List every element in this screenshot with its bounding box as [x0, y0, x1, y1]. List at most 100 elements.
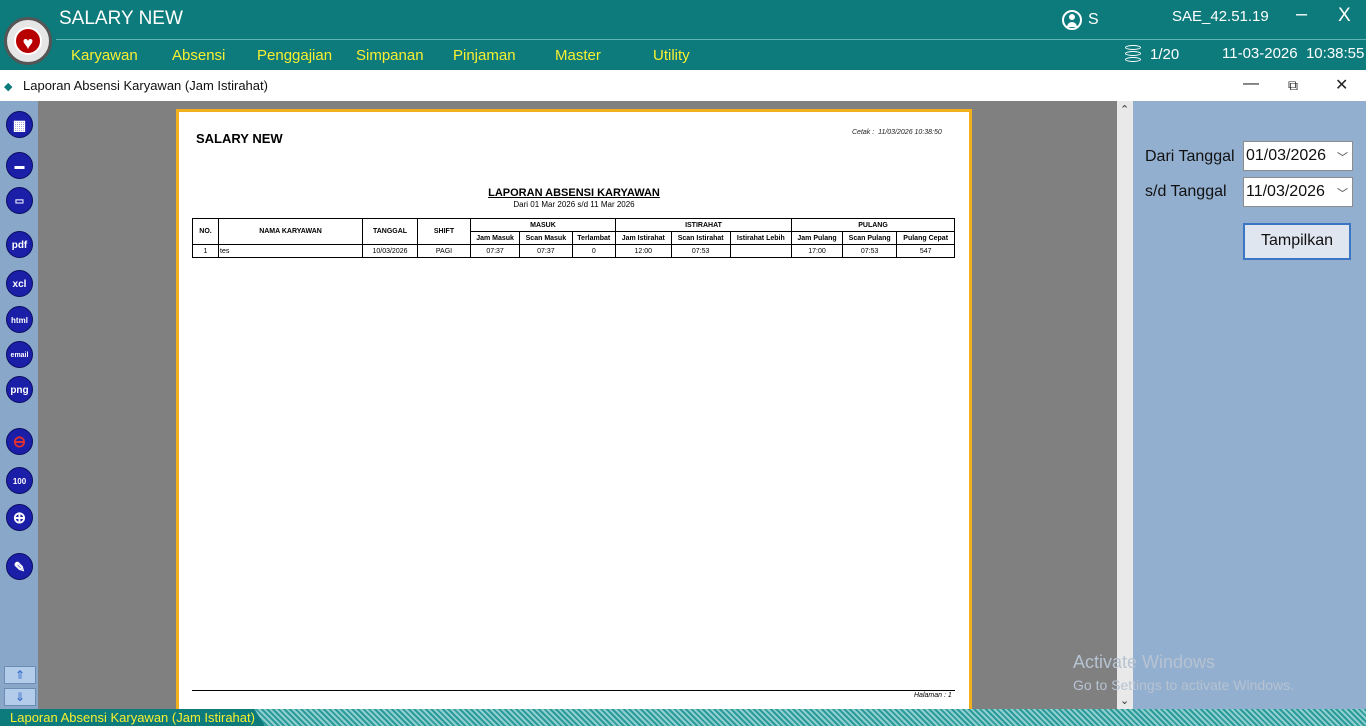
print-label: Cetak : [852, 129, 875, 136]
report-title: LAPORAN ABSENSI KARYAWAN [488, 187, 660, 199]
png-icon[interactable]: png [6, 376, 33, 403]
html-icon[interactable]: html [6, 306, 33, 333]
pdf-icon[interactable]: pdf [6, 231, 33, 258]
table-row: 1 tes 10/03/2026 PAGI 07:37 07:37 0 12:0… [192, 244, 955, 258]
menu-absensi[interactable]: Absensi [172, 47, 225, 64]
table-cell: 07:53 [670, 244, 731, 258]
zoom-out-icon[interactable]: ⊖ [6, 428, 33, 455]
window-close-button[interactable]: ✕ [1335, 75, 1348, 95]
menu-penggajian[interactable]: Penggajian [257, 47, 332, 64]
table-cell: tes [218, 244, 363, 258]
app-minimize-button[interactable]: – [1296, 3, 1307, 26]
report-window-title: Laporan Absensi Karyawan (Jam Istirahat) [23, 78, 268, 93]
from-date-label: Dari Tanggal [1145, 148, 1235, 165]
table-cell: 0 [571, 244, 616, 258]
db-count: 1/20 [1150, 46, 1180, 63]
table-cell: 17:00 [790, 244, 844, 258]
table-cell: 07:37 [469, 244, 521, 258]
current-time: 10:38:55 [1305, 45, 1365, 62]
table-cell: 10/03/2026 [362, 244, 418, 258]
app-logo: ♥ [4, 17, 52, 65]
app-version: SAE_42.51.19 [1172, 8, 1269, 25]
app-title: SALARY NEW [59, 8, 183, 29]
print-icon[interactable]: ▬ [6, 152, 33, 179]
database-icon [1125, 45, 1145, 65]
col-header: NO. [192, 218, 219, 245]
edit-icon[interactable]: ✎ [6, 553, 33, 580]
report-app-name: SALARY NEW [196, 131, 283, 146]
chevron-down-icon: ﹀ [1337, 152, 1348, 164]
col-header: Istirahat Lebih [729, 231, 793, 245]
activation-watermark-title: Activate Windows [1073, 652, 1216, 672]
filter-panel: Dari Tanggal 01/03/2026 ﹀ s/d Tanggal 11… [1133, 101, 1366, 709]
table-cell: 12:00 [614, 244, 672, 258]
app-header: ♥ SALARY NEW Karyawan Absensi Penggajian… [0, 0, 1366, 70]
col-header: Jam Istirahat [614, 231, 672, 245]
user-account[interactable]: S [1062, 10, 1099, 30]
menu-pinjaman[interactable]: Pinjaman [453, 47, 516, 64]
table-cell: PAGI [417, 244, 471, 258]
report-print-time: Cetak : 11/03/2026 10:38:50 [852, 129, 942, 136]
window-restore-button[interactable]: ⧉ [1288, 77, 1298, 94]
report-toolbar: ▦ ▬ ▭ pdf xcl html email png ⊖ 100 ⊕ ✎ ⇑… [0, 101, 38, 709]
table-cell: 07:53 [842, 244, 898, 258]
col-header: SHIFT [417, 218, 471, 245]
activation-watermark-text: Go to Settings to activate Windows. [1073, 677, 1294, 693]
col-header: Scan Masuk [519, 231, 573, 245]
grid-icon[interactable]: ▦ [6, 111, 33, 138]
report-viewer: SALARY NEW Cetak : 11/03/2026 10:38:50 L… [38, 101, 1117, 709]
tampilkan-button[interactable]: Tampilkan [1243, 223, 1351, 260]
zoom-100-icon[interactable]: 100 [6, 467, 33, 494]
vertical-scrollbar[interactable]: ⌃ ⌄ [1117, 101, 1133, 709]
col-header: Scan Pulang [842, 231, 898, 245]
to-date-value: 11/03/2026 [1246, 183, 1325, 200]
table-cell: 547 [896, 244, 955, 258]
group-header: MASUK [470, 218, 616, 232]
user-icon [1062, 10, 1082, 30]
window-minimize-button[interactable]: — [1243, 75, 1259, 93]
report-page: SALARY NEW Cetak : 11/03/2026 10:38:50 L… [176, 109, 972, 709]
to-date-label: s/d Tanggal [1145, 183, 1227, 200]
monitor-icon[interactable]: ▭ [6, 187, 33, 214]
scroll-bottom-button[interactable]: ⇓ [4, 688, 36, 706]
status-tab-report[interactable]: Laporan Absensi Karyawan (Jam Istirahat) [0, 709, 265, 726]
user-initial: S [1088, 11, 1099, 28]
header-divider [56, 39, 1366, 40]
footer-divider [192, 690, 955, 691]
window-icon: ◆ [4, 81, 13, 93]
table-cell: 07:37 [519, 244, 573, 258]
table-cell [729, 244, 793, 258]
col-header: Terlambat [571, 231, 616, 245]
chevron-down-icon: ﹀ [1337, 188, 1348, 200]
report-table: NO. NAMA KARYAWAN TANGGAL SHIFT MASUK IS… [192, 218, 955, 258]
from-date-select[interactable]: 01/03/2026 ﹀ [1243, 141, 1353, 171]
menu-master[interactable]: Master [555, 47, 601, 64]
from-date-value: 01/03/2026 [1246, 147, 1327, 164]
menu-simpanan[interactable]: Simpanan [356, 47, 424, 64]
heart-icon: ♥ [14, 27, 42, 55]
col-header: Pulang Cepat [896, 231, 955, 245]
report-window-titlebar: ◆ Laporan Absensi Karyawan (Jam Istiraha… [0, 71, 1366, 101]
scroll-up-icon[interactable]: ⌃ [1120, 103, 1129, 116]
scroll-down-icon[interactable]: ⌄ [1120, 694, 1129, 707]
print-time: 11/03/2026 10:38:50 [878, 129, 942, 136]
xcl-icon[interactable]: xcl [6, 270, 33, 297]
scroll-top-button[interactable]: ⇑ [4, 666, 36, 684]
current-date: 11-03-2026 [1222, 45, 1298, 62]
to-date-select[interactable]: 11/03/2026 ﹀ [1243, 177, 1353, 207]
col-header: Jam Pulang [790, 231, 844, 245]
col-header: Scan Istirahat [670, 231, 731, 245]
current-datetime: 11-03-2026 10:38:55 [1222, 45, 1364, 62]
email-icon[interactable]: email [6, 341, 33, 368]
zoom-in-icon[interactable]: ⊕ [6, 504, 33, 531]
page-number: Halaman : 1 [914, 692, 952, 699]
report-date-range: Dari 01 Mar 2026 s/d 11 Mar 2026 [513, 200, 635, 209]
menu-utility[interactable]: Utility [653, 47, 690, 64]
col-header: NAMA KARYAWAN [218, 218, 363, 245]
group-header: PULANG [791, 218, 955, 232]
menu-karyawan[interactable]: Karyawan [71, 47, 138, 64]
group-header: ISTIRAHAT [614, 218, 793, 232]
app-close-button[interactable]: X [1338, 5, 1351, 27]
col-header: TANGGAL [362, 218, 418, 245]
col-header: Jam Masuk [469, 231, 521, 245]
